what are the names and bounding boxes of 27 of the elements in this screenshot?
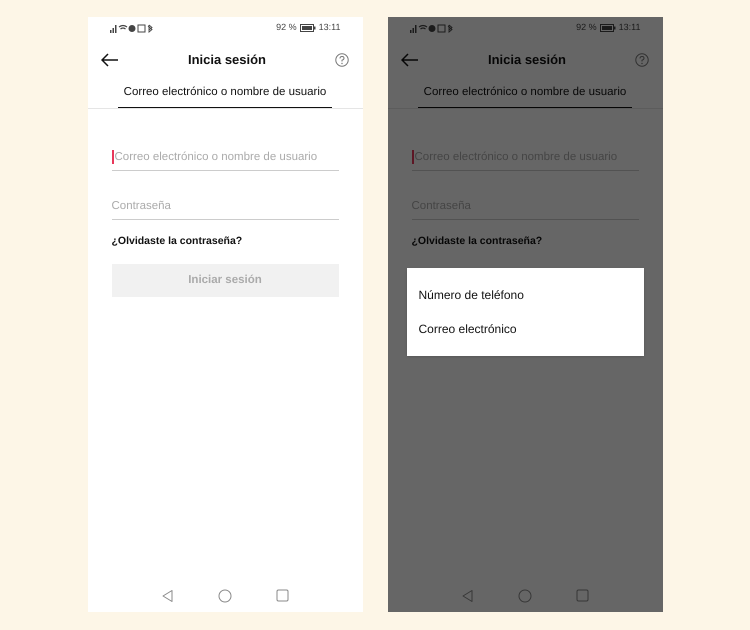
menu-item[interactable]: Número de teléfono	[406, 278, 644, 312]
page-title: Inicia sesión	[488, 51, 566, 70]
menu-item[interactable]: Correo electrónico	[406, 312, 644, 346]
page-title: Inicia sesión	[188, 51, 266, 70]
home-nav-icon[interactable]	[218, 589, 232, 603]
back-nav-icon[interactable]	[161, 589, 174, 603]
back-arrow-icon[interactable]	[100, 53, 118, 67]
battery-percent: 92 %	[276, 21, 297, 34]
battery-icon	[600, 24, 616, 32]
battery-icon	[300, 24, 316, 32]
help-icon[interactable]	[635, 53, 650, 67]
password-field[interactable]: Contraseña	[112, 192, 338, 220]
status-icons	[410, 24, 454, 32]
clock: 13:11	[618, 21, 640, 34]
login-method-tab[interactable]: Correo electrónico o nombre de usuario	[418, 84, 632, 108]
help-icon[interactable]	[335, 53, 350, 67]
battery-percent: 92 %	[576, 21, 597, 34]
login-method-tab[interactable]: Correo electrónico o nombre de usuario	[118, 84, 332, 108]
status-icons	[110, 24, 154, 32]
recents-nav-icon[interactable]	[576, 589, 589, 602]
email-field[interactable]: Correo electrónico o nombre de usuario	[112, 143, 338, 172]
forgot-password-link[interactable]: ¿Olvidaste la contraseña?	[112, 234, 338, 250]
forgot-password-link[interactable]: ¿Olvidaste la contraseña?	[412, 234, 638, 250]
home-nav-icon[interactable]	[518, 589, 532, 603]
recents-nav-icon[interactable]	[276, 589, 289, 602]
back-nav-icon[interactable]	[461, 589, 474, 603]
clock: 13:11	[318, 21, 340, 34]
